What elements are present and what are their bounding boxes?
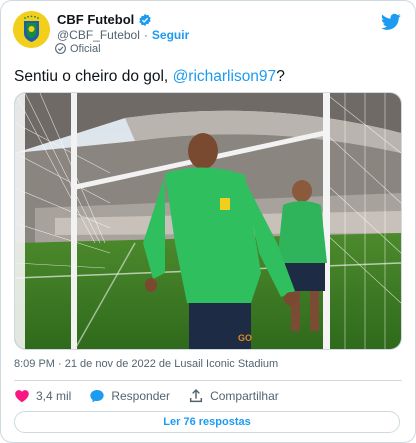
reply-label: Responder [111,389,171,403]
tweet-text-before: Sentiu o cheiro do gol, [14,68,173,85]
tweet-text: Sentiu o cheiro do gol, @richarlison97? [14,68,285,86]
read-replies-label: Ler 76 respostas [163,416,251,428]
tweet-card: CBF Futebol @CBF_Futebol · Seguir Oficia… [0,0,416,443]
follow-button[interactable]: Seguir [152,28,189,42]
avatar[interactable] [13,11,50,48]
official-label-text: Oficial [70,42,101,55]
share-label: Compartilhar [210,389,279,403]
svg-text:GO: GO [238,333,252,343]
divider [14,380,402,381]
tweet-timestamp[interactable]: 8:09 PM · 21 de nov de 2022 de Lusail Ic… [14,358,278,370]
account-handle[interactable]: @CBF_Futebol [57,28,140,42]
account-name-row: CBF Futebol [57,12,152,27]
tweet-photo[interactable]: GO [14,92,402,350]
share-button[interactable]: Compartilhar [188,388,279,404]
twitter-logo-icon[interactable] [381,13,401,31]
reply-icon [90,390,105,403]
cbf-logo-icon [13,11,50,48]
action-bar: 3,4 mil Responder Compartilhar [14,387,297,405]
verified-badge-icon [139,13,151,26]
display-name[interactable]: CBF Futebol [57,12,134,27]
reply-button[interactable]: Responder [89,388,170,404]
read-replies-button[interactable]: Ler 76 respostas [14,411,400,433]
heart-icon [15,390,29,403]
stadium-photo: GO [15,93,401,349]
separator: · [143,28,148,42]
share-icon [189,388,203,403]
mention-link[interactable]: @richarlison97 [173,68,277,85]
like-count: 3,4 mil [36,389,72,403]
tweet-text-after: ? [276,68,285,85]
handle-row: @CBF_Futebol · Seguir [57,28,189,42]
like-button[interactable]: 3,4 mil [14,388,71,404]
official-label-icon [55,43,66,54]
official-label: Oficial [54,42,101,55]
